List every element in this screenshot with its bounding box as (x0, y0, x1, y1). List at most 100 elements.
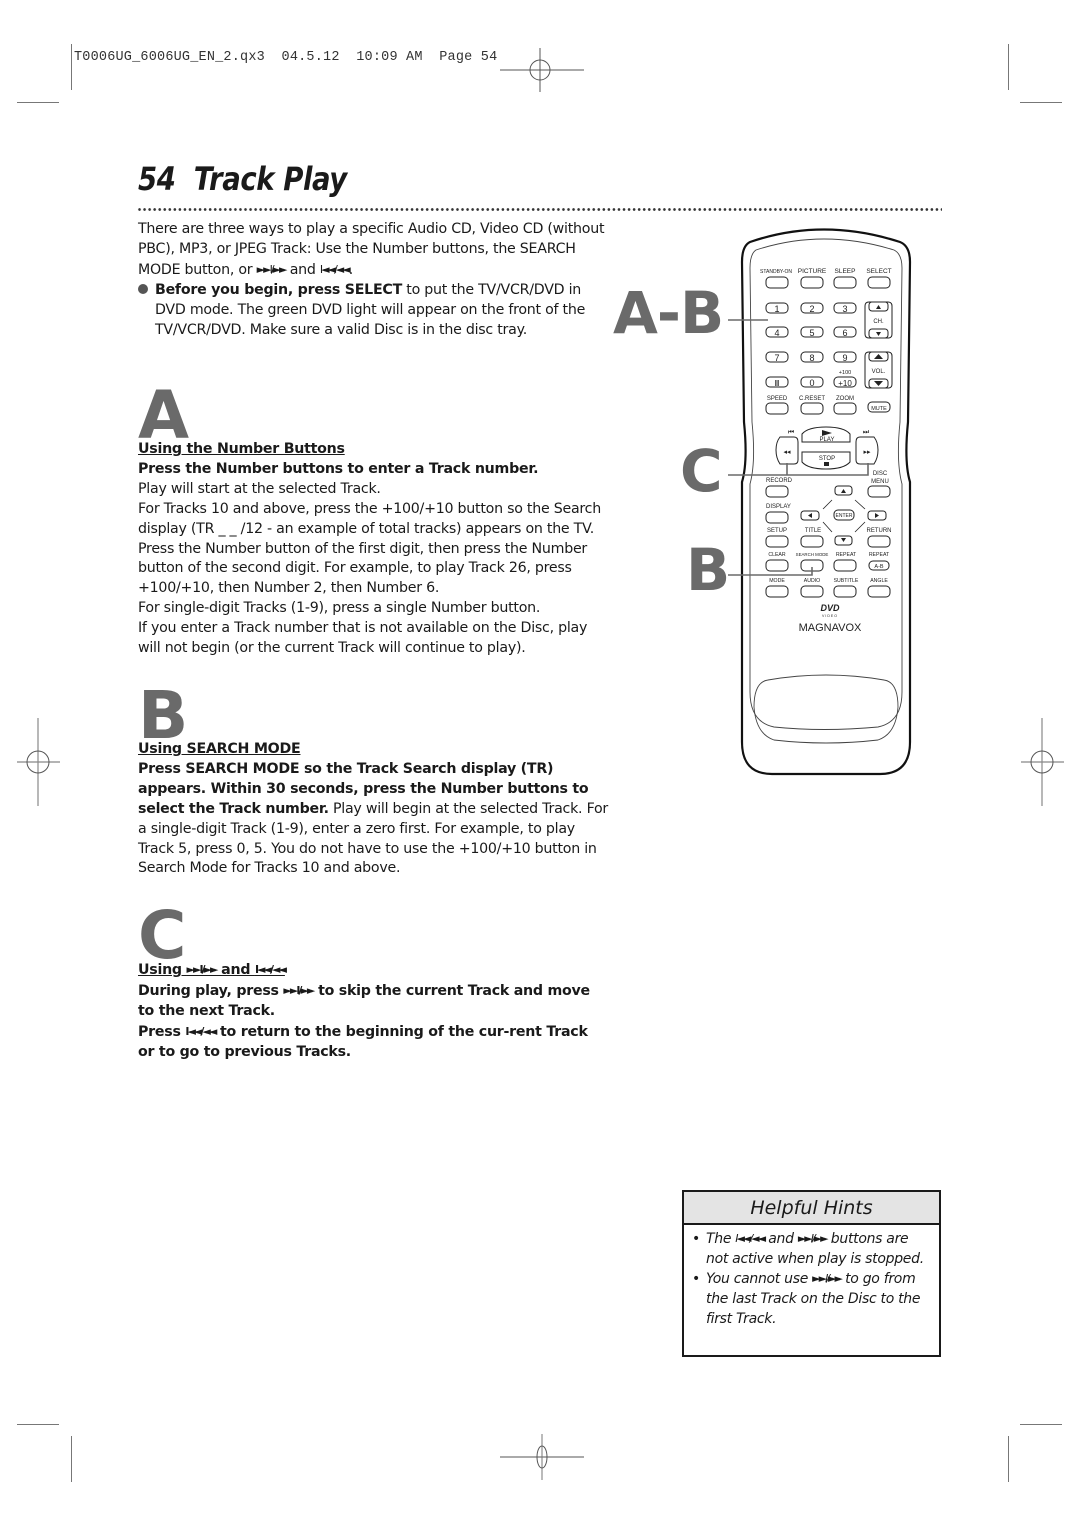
digit-7: 7 (774, 353, 779, 363)
ch-label: CH. (873, 319, 884, 325)
digit-8: 8 (809, 353, 814, 363)
remote-label: SLEEP (835, 268, 856, 275)
registration-mark-bottom (500, 1434, 584, 1480)
section-a: Using the Number Buttons Press the Numbe… (138, 440, 608, 659)
remote-control-illustration: STANDBY-ON PICTURE SLEEP SELECT 1 2 3 4 … (728, 228, 912, 776)
svg-text:MODE: MODE (769, 578, 785, 584)
angle-button (867, 585, 891, 598)
picture-button (800, 276, 824, 289)
subtitle-button (833, 585, 857, 598)
brand-logo: MAGNAVOX (799, 622, 862, 634)
vol-label: VOL. (872, 369, 886, 375)
page-number: 54 (138, 160, 176, 198)
skip-back-icon: I◄◄/◄◄ (185, 1024, 217, 1038)
page-title: 54 Track Play (138, 160, 347, 198)
svg-text:ZOOM: ZOOM (836, 396, 854, 402)
skip-forward-icon: ►►I/►► (186, 963, 219, 976)
section-c: Using ►►I/►► and I◄◄/◄◄ During play, pre… (138, 960, 608, 1063)
svg-text:SUBTITLE: SUBTITLE (834, 578, 859, 584)
return-button (867, 535, 891, 548)
hint-item: The I◄◄/◄◄ and ►►I/►► buttons are not ac… (692, 1229, 931, 1269)
repeat-button (833, 559, 857, 572)
hint-item: You cannot use ►►I/►► to go from the las… (692, 1269, 931, 1329)
helpful-hints-title: Helpful Hints (684, 1192, 939, 1225)
svg-text:VIDEO: VIDEO (822, 614, 838, 618)
digit-4: 4 (774, 328, 779, 338)
svg-text:▸▸: ▸▸ (863, 449, 871, 456)
mode-button (765, 585, 789, 598)
standby-button (765, 276, 789, 289)
audio-button (800, 585, 824, 598)
title-button (800, 535, 824, 548)
callout-c: C (680, 437, 723, 505)
skip-forward-icon: ►►I/►► (797, 1232, 829, 1245)
plus10-label: +10 (838, 379, 852, 388)
dotted-rule (137, 207, 942, 212)
digit-0: 0 (809, 378, 814, 388)
registration-mark-left (17, 718, 60, 806)
svg-text:◂◂: ◂◂ (783, 449, 791, 456)
svg-text:MUTE: MUTE (871, 406, 887, 412)
intro-bullet: Before you begin, press SELECT to put th… (138, 281, 608, 341)
helpful-hints-box: Helpful Hints The I◄◄/◄◄ and ►►I/►► butt… (682, 1190, 941, 1357)
disc-menu-button (867, 485, 891, 498)
svg-text:RECORD: RECORD (766, 478, 793, 484)
digit-5: 5 (809, 328, 814, 338)
svg-text:A-B: A-B (874, 564, 884, 570)
sleep-button (833, 276, 857, 289)
registration-mark-top (500, 48, 584, 92)
svg-text:ANGLE: ANGLE (870, 578, 888, 584)
svg-text:SETUP: SETUP (767, 528, 787, 534)
zoom-button (833, 402, 857, 415)
svg-text:CLEAR: CLEAR (768, 552, 786, 558)
print-slug: T0006UG_6006UG_EN_2.qx3 04.5.12 10:09 AM… (74, 50, 498, 65)
remote-label: SELECT (866, 268, 891, 275)
svg-text:ENTER: ENTER (836, 513, 853, 519)
skip-forward-icon: ►►I/►► (812, 1272, 843, 1285)
clear-button (765, 559, 789, 572)
skip-forward-icon: ►►I/►► (256, 262, 288, 276)
section-b-heading: Using SEARCH MODE (138, 741, 301, 757)
section-letter-a: A (138, 377, 190, 454)
svg-text:SPEED: SPEED (767, 396, 788, 402)
plus100-label: +100 (839, 370, 851, 376)
skip-forward-icon: ►►I/►► (283, 983, 315, 997)
setup-button (765, 535, 789, 548)
callout-b: B (686, 536, 730, 604)
pause-button-label: II (775, 379, 779, 388)
dvd-logo: DVD (820, 603, 840, 613)
battery-cover (753, 674, 899, 744)
svg-text:DISPLAY: DISPLAY (766, 504, 791, 510)
svg-text:⏮: ⏮ (788, 429, 794, 436)
digit-1: 1 (774, 304, 779, 314)
section-letter-c: C (138, 897, 187, 974)
svg-text:REPEAT: REPEAT (869, 552, 890, 558)
svg-text:STOP: STOP (819, 456, 835, 462)
stop-icon (824, 462, 829, 466)
callout-ab: A-B (613, 279, 724, 347)
svg-text:REPEAT: REPEAT (836, 552, 857, 558)
digit-3: 3 (842, 304, 847, 314)
svg-text:MENU: MENU (871, 479, 889, 485)
registration-mark-right (1021, 718, 1064, 806)
display-button (765, 511, 789, 524)
digit-6: 6 (842, 328, 847, 338)
svg-text:PLAY: PLAY (820, 437, 835, 443)
remote-label: STANDBY-ON (760, 269, 792, 275)
svg-text:⏭: ⏭ (863, 429, 870, 436)
digit-2: 2 (809, 304, 814, 314)
svg-text:DISC: DISC (873, 471, 888, 477)
svg-text:C.RESET: C.RESET (799, 396, 825, 402)
section-a-heading: Using the Number Buttons (138, 441, 345, 457)
section-b: Using SEARCH MODE Press SEARCH MODE so t… (138, 741, 608, 877)
remote-label: PICTURE (798, 268, 827, 275)
digit-9: 9 (842, 353, 847, 363)
svg-text:AUDIO: AUDIO (804, 578, 820, 584)
record-button (765, 485, 789, 498)
svg-text:RETURN: RETURN (867, 528, 892, 534)
select-button (867, 276, 891, 289)
svg-text:SEARCH MODE: SEARCH MODE (796, 552, 829, 557)
intro-paragraph: There are three ways to play a specific … (138, 220, 608, 340)
svg-text:TITLE: TITLE (805, 528, 821, 534)
speed-button (765, 402, 789, 415)
